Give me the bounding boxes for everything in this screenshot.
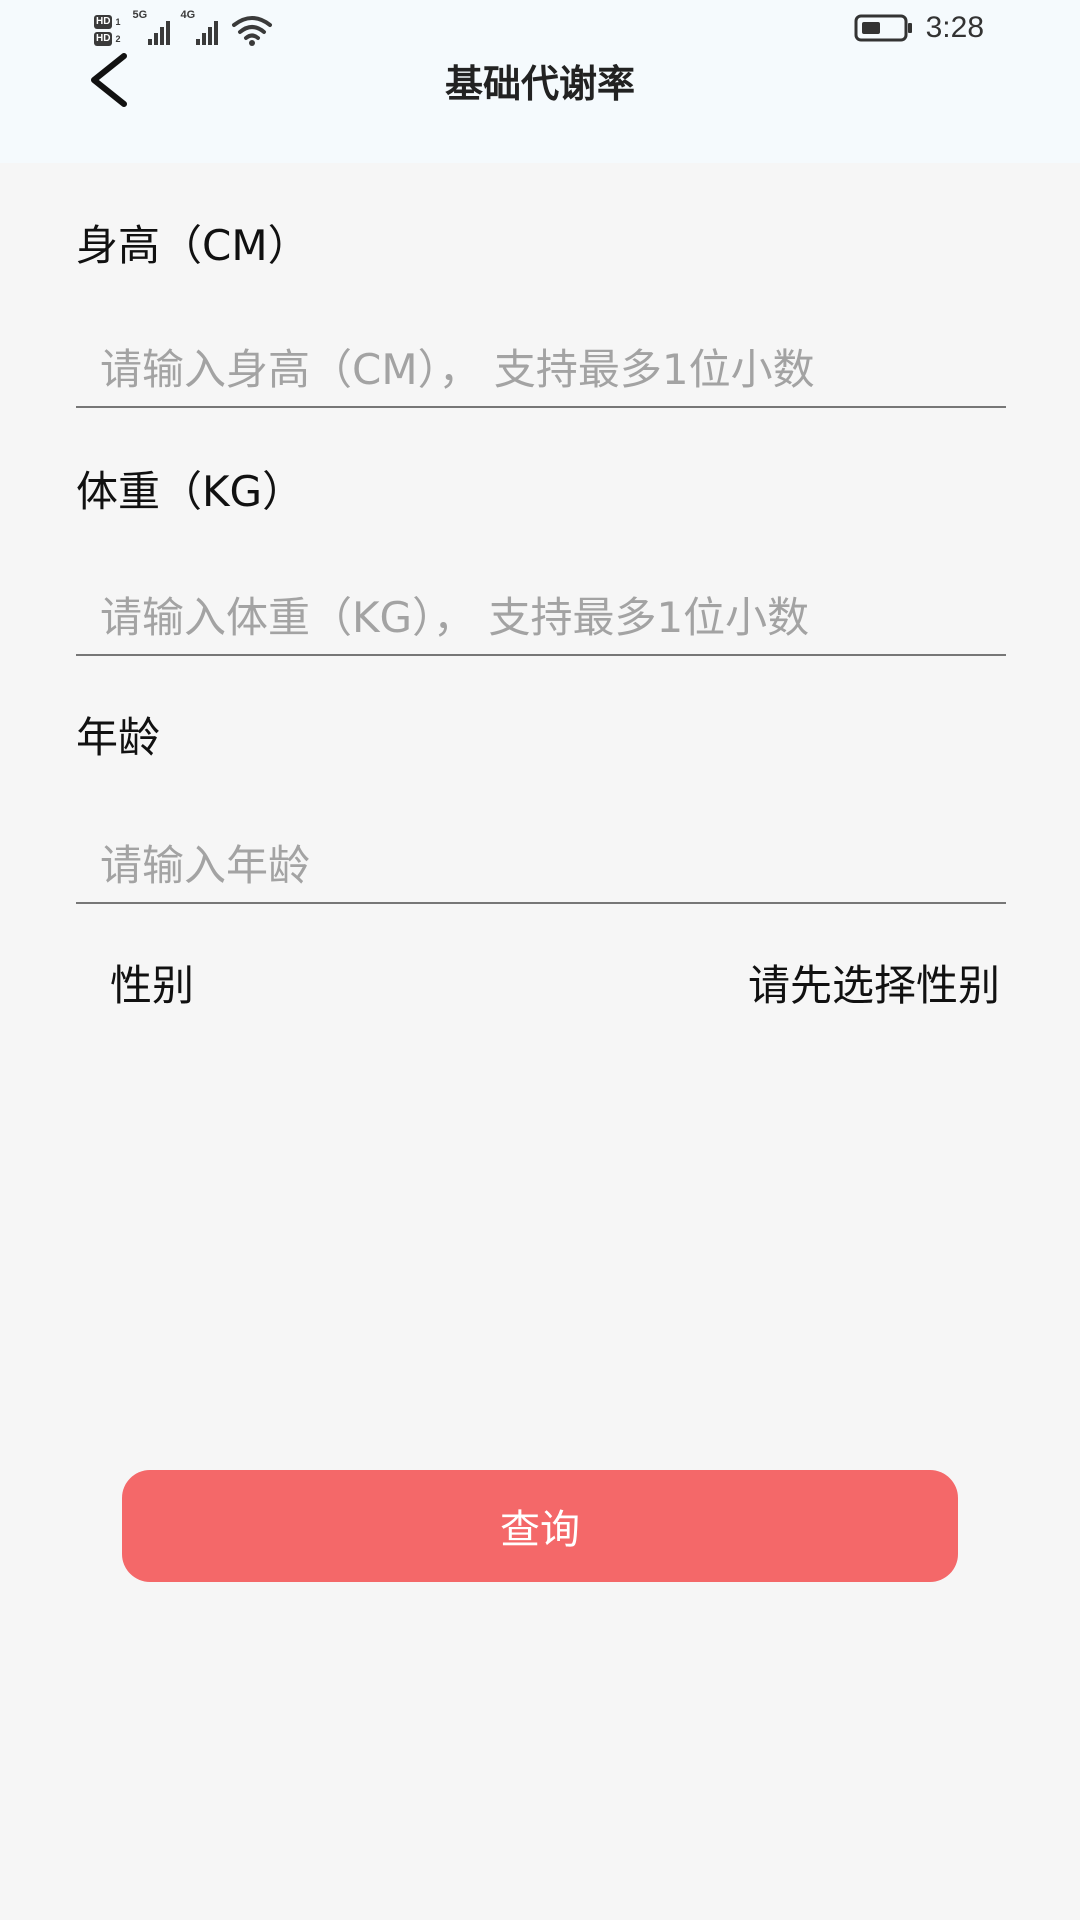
status-time: 3:28 [925,11,984,44]
sim2-hd-badge: HD 2 [94,31,121,46]
gender-selector[interactable]: 请先选择性别 [748,958,1000,1014]
hd-indicators: HD 1 HD 2 [94,14,121,46]
age-label: 年龄 [76,713,161,762]
signal-5g-icon: 5G [132,9,172,47]
height-input[interactable] [76,332,1006,408]
wifi-icon [232,16,273,46]
weight-input[interactable] [76,580,1006,656]
sim1-index: 1 [115,16,121,27]
signal-4g-icon: 4G [180,9,220,47]
network2-label: 4G [180,9,196,21]
sim2-index: 2 [115,33,121,44]
status-bar: HD 1 HD 2 5G 4G 3:28 [0,0,1080,56]
query-button[interactable]: 查询 [122,1470,958,1582]
gender-label: 性别 [110,961,195,1010]
query-button-label: 查询 [500,1507,580,1553]
height-label: 身高（CM） [76,221,310,270]
battery-icon [854,14,912,42]
network1-label: 5G [132,9,148,21]
page-title: 基础代谢率 [444,62,635,106]
top-bar: HD 1 HD 2 5G 4G 3:28 基础代谢率 [0,0,1080,163]
age-input[interactable] [76,828,1006,904]
weight-label: 体重（KG） [76,467,305,516]
sim1-hd-label: HD [94,14,113,29]
status-bar-right: 3:28 [854,8,984,48]
sim1-hd-badge: HD 1 [94,14,121,29]
sim2-hd-label: HD [94,31,113,46]
status-bar-left: HD 1 HD 2 5G 4G [94,6,274,54]
